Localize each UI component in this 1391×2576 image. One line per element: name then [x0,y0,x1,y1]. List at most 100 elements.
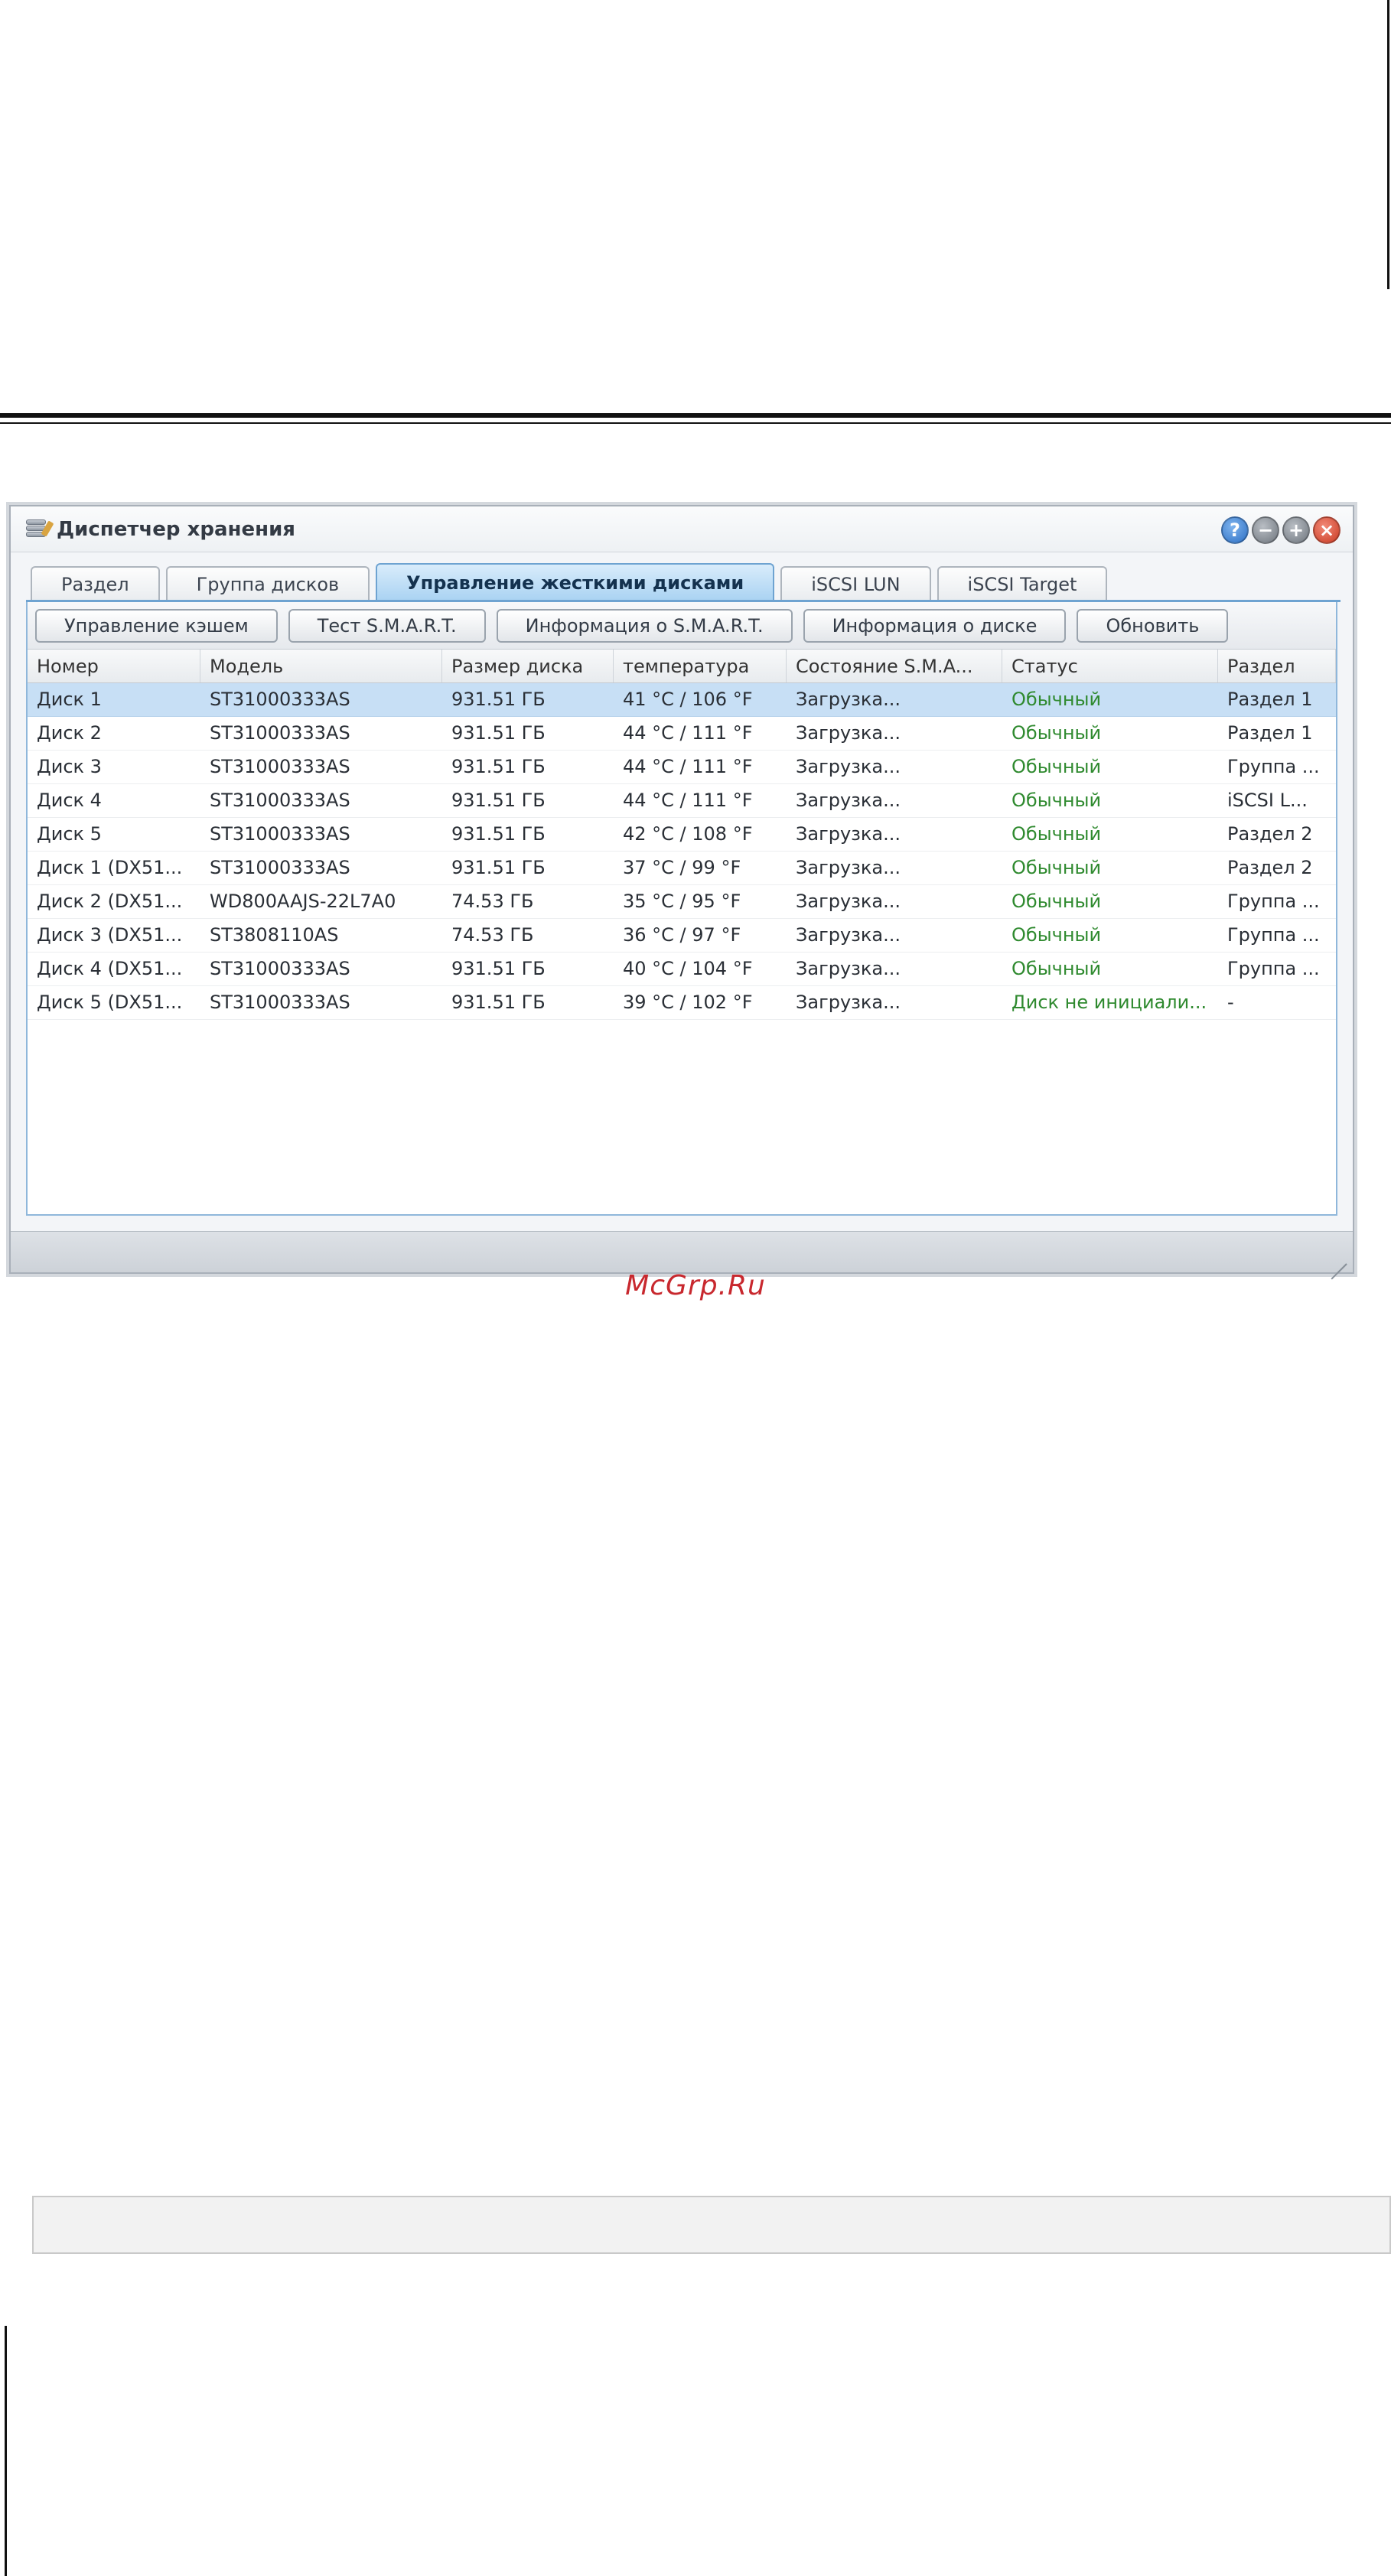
cell-temperature: 37 °C / 99 °F [623,857,741,878]
cell-temperature: 44 °C / 111 °F [623,790,753,811]
column-header-status[interactable]: Статус [1002,650,1218,682]
window-titlebar[interactable]: Диспетчер хранения ? − + × [11,506,1353,552]
cell-model: ST31000333AS [210,823,350,845]
table-header: Номер Модель Размер диска температура Со… [28,650,1336,683]
cell-volume: - [1227,992,1234,1013]
cell-volume: Раздел 2 [1227,857,1313,878]
cell-model: ST31000333AS [210,722,350,744]
column-header-number[interactable]: Номер [28,650,200,682]
cell-smart-status: Загрузка... [796,958,901,979]
cell-smart-status: Загрузка... [796,857,901,878]
cell-model: ST31000333AS [210,689,350,710]
cell-smart-status: Загрузка... [796,790,901,811]
column-header-temperature[interactable]: температура [614,650,787,682]
minimize-icon[interactable]: − [1252,516,1279,544]
column-header-size[interactable]: Размер диска [442,650,614,682]
cell-model: ST31000333AS [210,790,350,811]
column-header-volume[interactable]: Раздел [1218,650,1336,682]
table-row[interactable]: Диск 1 ST31000333AS 931.51 ГБ 41 °C / 10… [28,683,1336,717]
cell-status: Обычный [1011,722,1102,744]
table-row[interactable]: Диск 3 ST31000333AS 931.51 ГБ 44 °C / 11… [28,751,1336,784]
tab-disk-group[interactable]: Группа дисков [165,566,370,601]
disk-info-button[interactable]: Информация о диске [803,608,1067,643]
page-divider-thin [0,422,1391,424]
cell-number: Диск 4 [37,790,102,811]
tab-iscsi-lun[interactable]: iSCSI LUN [780,566,931,601]
window-controls: ? − + × [1221,516,1341,544]
cell-number: Диск 3 [37,756,102,777]
cell-number: Диск 1 (DX51... [37,857,183,878]
maximize-icon[interactable]: + [1282,516,1310,544]
cache-management-button[interactable]: Управление кэшем [35,608,278,643]
page-divider [0,413,1391,418]
cell-model: ST31000333AS [210,857,350,878]
cell-status: Диск не инициали... [1011,992,1207,1013]
close-icon[interactable]: × [1313,516,1341,544]
cell-temperature: 41 °C / 106 °F [623,689,753,710]
cell-status: Обычный [1011,790,1102,811]
table-row[interactable]: Диск 4 ST31000333AS 931.51 ГБ 44 °C / 11… [28,784,1336,818]
smart-info-button[interactable]: Информация о S.M.A.R.T. [496,608,793,643]
cell-size: 931.51 ГБ [451,992,546,1013]
cell-number: Диск 2 [37,722,102,744]
refresh-button[interactable]: Обновить [1077,608,1229,643]
cell-model: ST31000333AS [210,992,350,1013]
cell-model: WD800AAJS-22L7A0 [210,891,396,912]
help-icon[interactable]: ? [1221,516,1249,544]
cell-temperature: 42 °C / 108 °F [623,823,753,845]
cell-temperature: 35 °C / 95 °F [623,891,741,912]
resize-grip-icon[interactable] [1330,1249,1347,1280]
tab-volume[interactable]: Раздел [31,566,160,601]
cell-status: Обычный [1011,924,1102,946]
cell-volume: Группа ... [1227,756,1320,777]
cell-size: 931.51 ГБ [451,790,546,811]
window-title: Диспетчер хранения [57,517,295,541]
cell-volume: Группа ... [1227,891,1320,912]
cell-smart-status: Загрузка... [796,823,901,845]
cell-volume: iSCSI L... [1227,790,1308,811]
cell-temperature: 44 °C / 111 °F [623,756,753,777]
cell-size: 931.51 ГБ [451,689,546,710]
cell-size: 74.53 ГБ [451,924,534,946]
table-body: Диск 1 ST31000333AS 931.51 ГБ 41 °C / 10… [28,683,1336,1020]
cell-smart-status: Загрузка... [796,689,901,710]
table-row[interactable]: Диск 5 ST31000333AS 931.51 ГБ 42 °C / 10… [28,818,1336,852]
cell-number: Диск 5 (DX51... [37,992,183,1013]
table-row[interactable]: Диск 1 (DX51... ST31000333AS 931.51 ГБ 3… [28,852,1336,885]
cell-volume: Группа ... [1227,924,1320,946]
table-row[interactable]: Диск 3 (DX51... ST3808110AS 74.53 ГБ 36 … [28,919,1336,953]
cell-smart-status: Загрузка... [796,891,901,912]
cell-volume: Раздел 2 [1227,823,1313,845]
cell-number: Диск 4 (DX51... [37,958,183,979]
cell-volume: Раздел 1 [1227,689,1313,710]
storage-manager-app-icon [24,518,54,541]
cell-volume: Группа ... [1227,958,1320,979]
watermark: McGrp.Ru [625,1270,766,1301]
note-box [32,2196,1391,2254]
table-row[interactable]: Диск 2 ST31000333AS 931.51 ГБ 44 °C / 11… [28,717,1336,751]
cell-size: 931.51 ГБ [451,823,546,845]
cell-smart-status: Загрузка... [796,722,901,744]
tab-iscsi-target[interactable]: iSCSI Target [937,566,1108,601]
cell-status: Обычный [1011,958,1102,979]
storage-manager-window: Диспетчер хранения ? − + × Раздел Группа… [9,505,1354,1280]
cell-size: 931.51 ГБ [451,958,546,979]
tab-hdd-management[interactable]: Управление жесткими дисками [376,563,775,601]
column-header-model[interactable]: Модель [200,650,442,682]
tab-bar: Раздел Группа дисков Управление жесткими… [31,563,1108,601]
smart-test-button[interactable]: Тест S.M.A.R.T. [288,608,486,643]
cell-number: Диск 2 (DX51... [37,891,183,912]
cell-volume: Раздел 1 [1227,722,1313,744]
cell-number: Диск 5 [37,823,102,845]
cell-size: 74.53 ГБ [451,891,534,912]
page-edge-line-left [5,2326,7,2576]
cell-smart-status: Загрузка... [796,992,901,1013]
table-row[interactable]: Диск 4 (DX51... ST31000333AS 931.51 ГБ 4… [28,953,1336,986]
toolbar: Управление кэшем Тест S.M.A.R.T. Информа… [28,602,1336,650]
column-header-smart-status[interactable]: Состояние S.M.A... [787,650,1002,682]
table-row[interactable]: Диск 5 (DX51... ST31000333AS 931.51 ГБ 3… [28,986,1336,1020]
cell-model: ST3808110AS [210,924,339,946]
table-row[interactable]: Диск 2 (DX51... WD800AAJS-22L7A0 74.53 Г… [28,885,1336,919]
cell-status: Обычный [1011,823,1102,845]
cell-number: Диск 3 (DX51... [37,924,183,946]
